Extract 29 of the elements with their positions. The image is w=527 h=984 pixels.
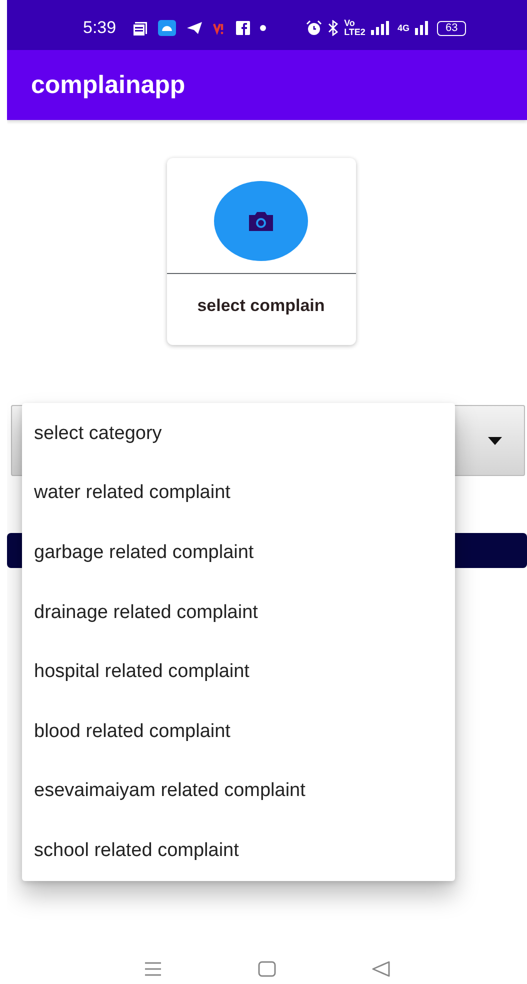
news-icon xyxy=(132,20,148,36)
camera-icon xyxy=(247,210,275,232)
alarm-icon xyxy=(306,20,322,36)
facebook-icon xyxy=(236,21,250,35)
network-label: 4G xyxy=(397,24,410,32)
send-icon xyxy=(186,21,204,35)
menu-item[interactable]: select category xyxy=(22,404,455,464)
menu-item[interactable]: esevaimaiyam related complaint xyxy=(22,762,455,822)
app-title: complainapp xyxy=(31,70,186,100)
status-time: 5:39 xyxy=(83,18,116,38)
bluetooth-icon xyxy=(328,20,338,36)
signal-icon xyxy=(371,21,392,35)
menu-item[interactable]: garbage related complaint xyxy=(22,523,455,583)
menu-item[interactable]: drainage related complaint xyxy=(22,582,455,642)
menu-icon[interactable] xyxy=(144,962,162,976)
menu-item[interactable]: school related complaint xyxy=(22,821,455,881)
menu-item[interactable]: water related complaint xyxy=(22,464,455,524)
menu-item[interactable]: blood related complaint xyxy=(22,702,455,762)
home-icon[interactable] xyxy=(258,961,276,977)
network-label: Vo xyxy=(344,19,356,28)
android-icon xyxy=(158,20,176,36)
dropdown-arrow-icon xyxy=(488,436,502,444)
network-label: LTE2 xyxy=(344,28,366,37)
complaint-card[interactable]: select complain xyxy=(166,158,356,345)
battery-level: 63 xyxy=(437,20,466,36)
card-label: select complain xyxy=(197,296,325,316)
back-icon[interactable] xyxy=(372,961,390,977)
menu-item[interactable]: hospital related complaint xyxy=(22,642,455,702)
dot-icon xyxy=(260,25,266,31)
